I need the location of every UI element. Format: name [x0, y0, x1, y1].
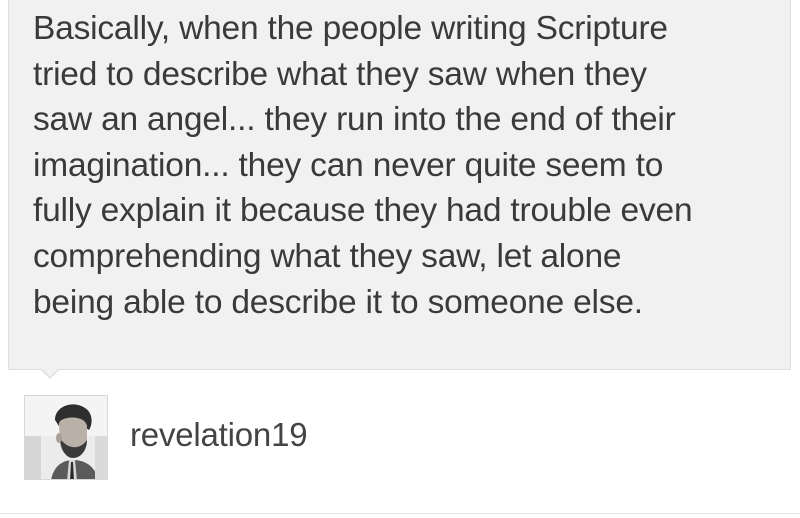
- user-avatar-photo-icon: [25, 396, 107, 479]
- avatar[interactable]: [24, 395, 108, 480]
- quote-line: imagination... they can never quite seem…: [33, 146, 664, 184]
- quote-line: saw an angel... they run into the end of…: [33, 101, 676, 139]
- quote-line: fully explain it because they had troubl…: [33, 192, 693, 230]
- quote-line: Basically, when the people writing Scrip…: [33, 10, 668, 47]
- quote-line: being able to describe it to someone els…: [33, 283, 643, 321]
- author-row[interactable]: revelation19: [24, 395, 784, 481]
- quote-line: tried to describe what they saw when the…: [33, 55, 647, 93]
- divider: [0, 513, 800, 514]
- quote-bubble: Basically, when the people writing Scrip…: [8, 0, 791, 370]
- author-username-link[interactable]: revelation19: [130, 416, 308, 454]
- quote-line: comprehending what they saw, let alone: [33, 237, 622, 275]
- quote-text: Basically, when the people writing Scrip…: [33, 6, 783, 325]
- bubble-tail: [40, 368, 60, 379]
